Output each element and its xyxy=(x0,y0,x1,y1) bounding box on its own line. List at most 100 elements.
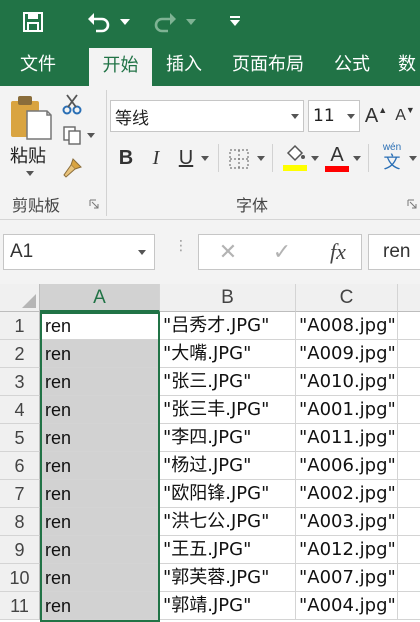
font-size-dropdown-icon[interactable] xyxy=(347,114,355,119)
column-header-b[interactable]: B xyxy=(160,284,296,312)
font-name-combo[interactable]: 等线 xyxy=(110,100,304,132)
cell-C9[interactable]: "A012.jpg" xyxy=(296,536,398,564)
font-name-dropdown-icon[interactable] xyxy=(291,114,299,119)
shrink-font-button[interactable]: A ▼ xyxy=(392,100,418,132)
cell-B7[interactable]: "欧阳锋.JPG" xyxy=(160,480,296,508)
cell-A4[interactable]: ren xyxy=(40,396,160,424)
tab-home[interactable]: 开始 xyxy=(89,48,152,86)
tab-insert[interactable]: 插入 xyxy=(166,44,202,86)
cell-B1[interactable]: "吕秀才.JPG" xyxy=(160,312,296,340)
cell-B9[interactable]: "王五.JPG" xyxy=(160,536,296,564)
customize-quick-access-icon[interactable] xyxy=(226,10,244,32)
cell-A9[interactable]: ren xyxy=(40,536,160,564)
cell-B2[interactable]: "大嘴.JPG" xyxy=(160,340,296,368)
borders-dropdown-icon[interactable] xyxy=(256,154,266,162)
font-size-combo[interactable]: 11 xyxy=(308,100,360,132)
cell-C3[interactable]: "A010.jpg" xyxy=(296,368,398,396)
formula-bar-grip-icon[interactable]: ⋮ xyxy=(174,238,188,262)
cell-D8[interactable] xyxy=(398,508,420,536)
column-header-d[interactable] xyxy=(398,284,420,312)
tab-formulas[interactable]: 公式 xyxy=(334,44,370,86)
underline-dropdown-icon[interactable] xyxy=(200,154,210,162)
row-header[interactable]: 8 xyxy=(0,508,40,536)
cell-B6[interactable]: "杨过.JPG" xyxy=(160,452,296,480)
name-box[interactable]: A1 xyxy=(3,234,155,270)
insert-function-icon[interactable]: fx xyxy=(323,235,353,269)
grow-font-button[interactable]: A ▲ xyxy=(364,100,388,132)
cut-icon[interactable] xyxy=(60,92,84,116)
cell-B4[interactable]: "张三丰.JPG" xyxy=(160,396,296,424)
font-color-button[interactable]: A xyxy=(324,142,350,174)
borders-icon[interactable] xyxy=(226,146,252,172)
row-header[interactable]: 2 xyxy=(0,340,40,368)
cell-A7[interactable]: ren xyxy=(40,480,160,508)
cell-D9[interactable] xyxy=(398,536,420,564)
cell-A11[interactable]: ren xyxy=(40,592,160,620)
paste-button[interactable]: 粘贴 xyxy=(10,142,46,168)
cell-D7[interactable] xyxy=(398,480,420,508)
cell-B11[interactable]: "郭靖.JPG" xyxy=(160,592,296,620)
undo-dropdown-icon[interactable] xyxy=(118,12,132,32)
cell-A3[interactable]: ren xyxy=(40,368,160,396)
row-header[interactable]: 11 xyxy=(0,592,40,620)
row-header[interactable]: 1 xyxy=(0,312,40,340)
cell-C8[interactable]: "A003.jpg" xyxy=(296,508,398,536)
bold-button[interactable]: B xyxy=(114,144,138,172)
row-header[interactable]: 7 xyxy=(0,480,40,508)
cancel-icon[interactable]: ✕ xyxy=(215,235,241,269)
cell-C6[interactable]: "A006.jpg" xyxy=(296,452,398,480)
row-header[interactable]: 3 xyxy=(0,368,40,396)
cell-A5[interactable]: ren xyxy=(40,424,160,452)
format-painter-icon[interactable] xyxy=(60,156,84,180)
tab-page-layout[interactable]: 页面布局 xyxy=(232,44,304,86)
select-all-corner[interactable] xyxy=(0,284,40,312)
tab-data[interactable]: 数 xyxy=(398,44,416,86)
cell-A6[interactable]: ren xyxy=(40,452,160,480)
cell-A8[interactable]: ren xyxy=(40,508,160,536)
cell-C5[interactable]: "A011.jpg" xyxy=(296,424,398,452)
cell-B3[interactable]: "张三.JPG" xyxy=(160,368,296,396)
paste-dropdown-icon[interactable] xyxy=(24,168,36,178)
paste-icon[interactable] xyxy=(8,92,54,142)
column-header-c[interactable]: C xyxy=(296,284,398,312)
enter-icon[interactable]: ✓ xyxy=(269,235,295,269)
cell-A2[interactable]: ren xyxy=(40,340,160,368)
undo-icon[interactable] xyxy=(84,8,114,36)
cell-A1[interactable]: ren xyxy=(40,312,160,340)
row-header[interactable]: 9 xyxy=(0,536,40,564)
cell-D4[interactable] xyxy=(398,396,420,424)
save-icon[interactable] xyxy=(20,10,46,34)
row-header[interactable]: 4 xyxy=(0,396,40,424)
fill-color-icon[interactable] xyxy=(282,142,308,174)
cell-B10[interactable]: "郭芙蓉.JPG" xyxy=(160,564,296,592)
cell-D10[interactable] xyxy=(398,564,420,592)
cell-C7[interactable]: "A002.jpg" xyxy=(296,480,398,508)
phonetic-dropdown-icon[interactable] xyxy=(408,154,418,162)
cell-D11[interactable] xyxy=(398,592,420,620)
italic-button[interactable]: I xyxy=(144,144,168,172)
column-header-a[interactable]: A xyxy=(40,284,160,312)
cell-B8[interactable]: "洪七公.JPG" xyxy=(160,508,296,536)
cell-D1[interactable] xyxy=(398,312,420,340)
cell-D5[interactable] xyxy=(398,424,420,452)
font-dialog-launcher-icon[interactable] xyxy=(406,198,418,210)
cell-C1[interactable]: "A008.jpg" xyxy=(296,312,398,340)
fill-color-dropdown-icon[interactable] xyxy=(310,154,320,162)
cell-B5[interactable]: "李四.JPG" xyxy=(160,424,296,452)
cell-D3[interactable] xyxy=(398,368,420,396)
copy-icon[interactable] xyxy=(60,124,84,146)
cell-D2[interactable] xyxy=(398,340,420,368)
redo-dropdown-icon[interactable] xyxy=(184,12,198,32)
cell-A10[interactable]: ren xyxy=(40,564,160,592)
name-box-dropdown-icon[interactable] xyxy=(138,250,146,255)
clipboard-dialog-launcher-icon[interactable] xyxy=(88,198,100,210)
tab-file[interactable]: 文件 xyxy=(20,44,56,86)
cell-C2[interactable]: "A009.jpg" xyxy=(296,340,398,368)
row-header[interactable]: 5 xyxy=(0,424,40,452)
row-header[interactable]: 10 xyxy=(0,564,40,592)
font-color-dropdown-icon[interactable] xyxy=(352,154,362,162)
formula-input[interactable]: ren xyxy=(368,234,420,270)
cell-D6[interactable] xyxy=(398,452,420,480)
copy-dropdown-icon[interactable] xyxy=(86,131,96,139)
cell-C11[interactable]: "A004.jpg" xyxy=(296,592,398,620)
